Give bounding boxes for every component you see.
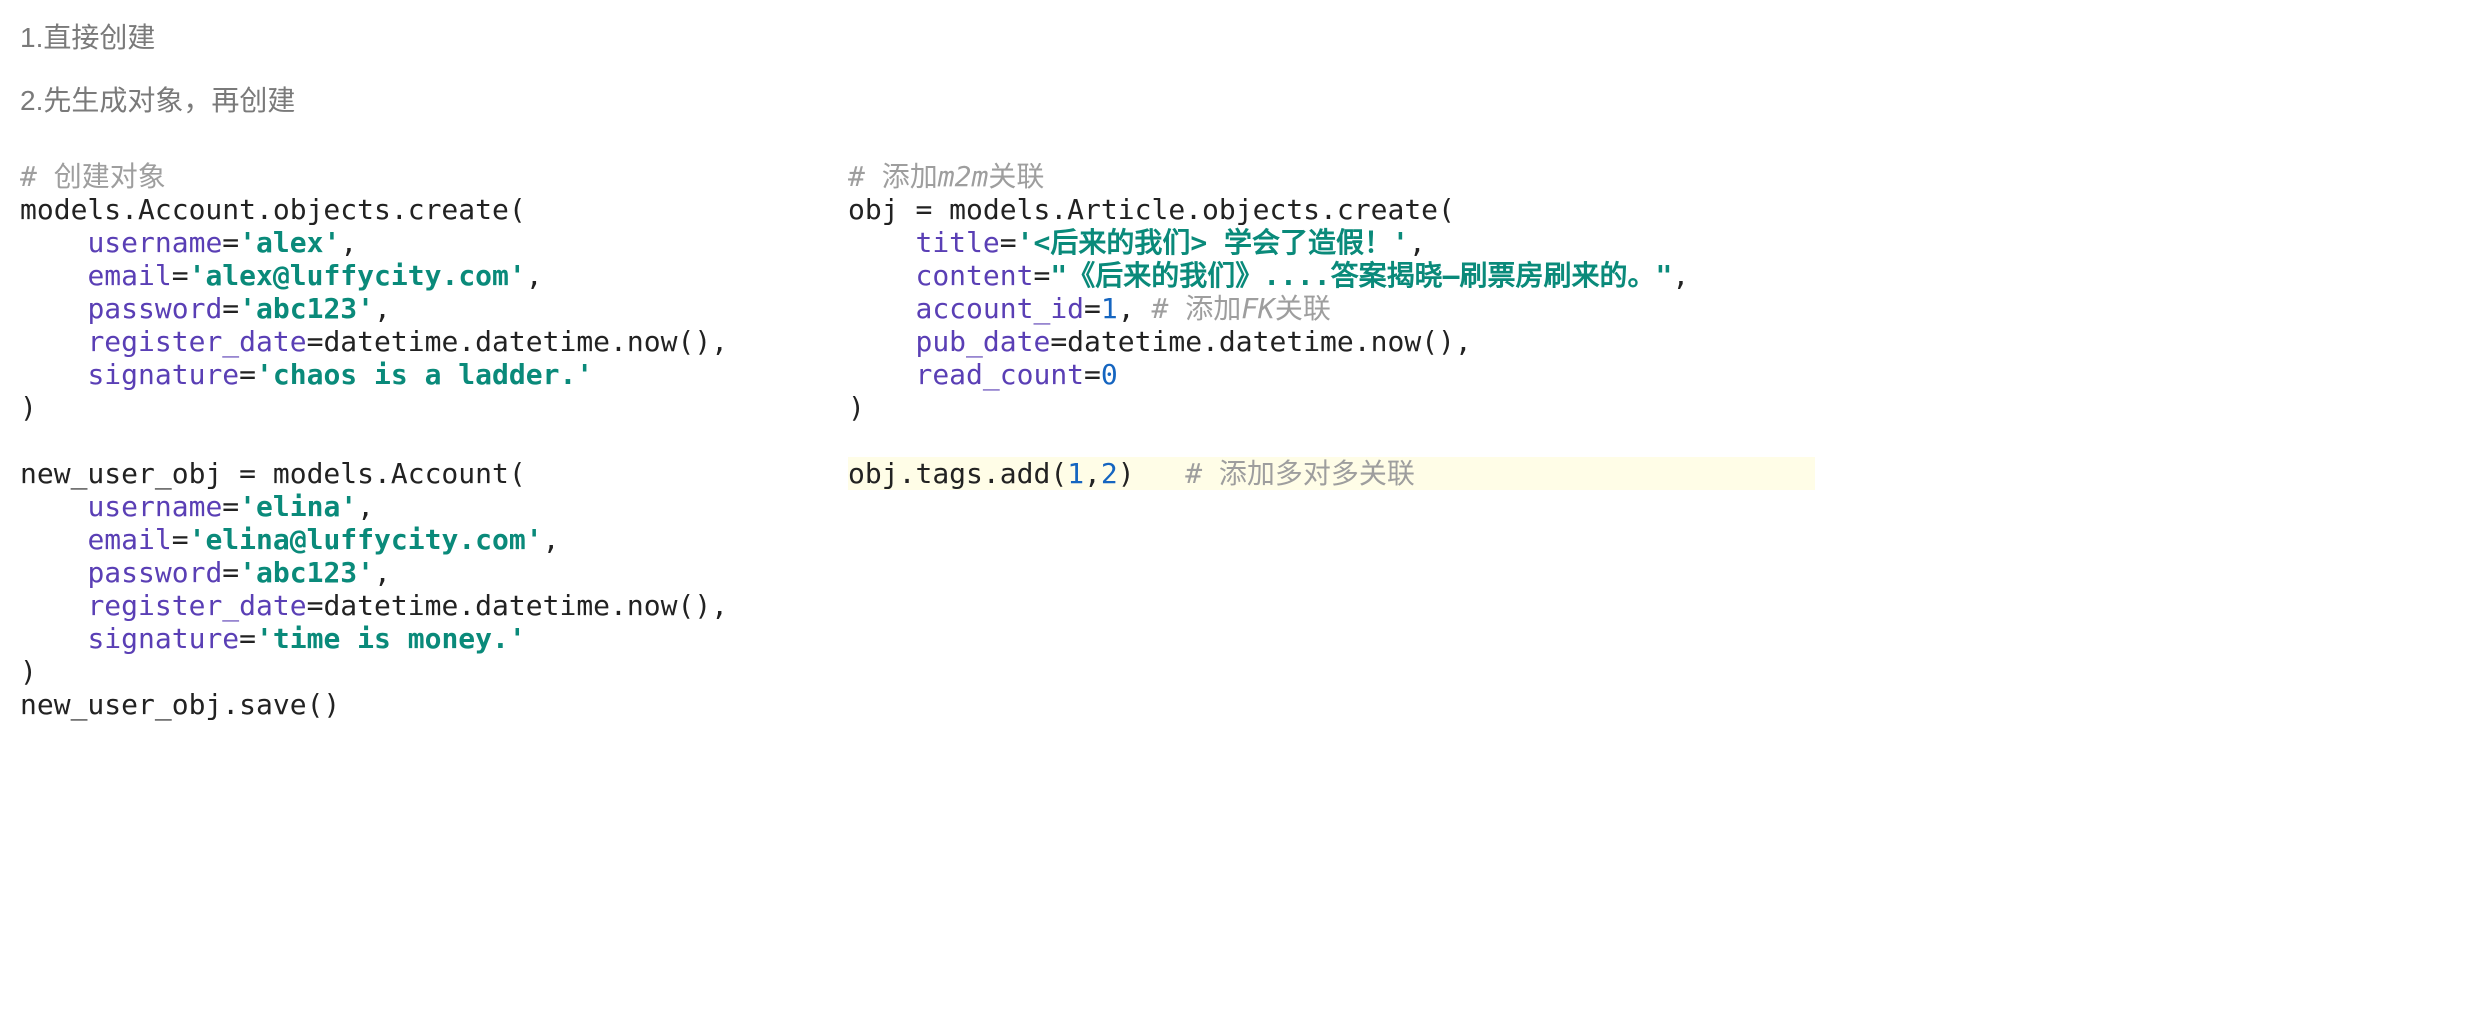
code-text: =datetime.datetime.now(), <box>307 589 728 622</box>
code-right: # 添加m2m关联 obj = models.Article.objects.c… <box>848 160 1815 490</box>
heading-1: 1.直接创建 <box>20 16 2472 61</box>
highlight-line: obj.tags.add(1,2) # 添加多对多关联 <box>848 457 1815 490</box>
num-1: 1 <box>1067 457 1084 490</box>
kw-account-id: account_id <box>915 292 1084 325</box>
code-text: ) <box>1118 457 1185 490</box>
op-eq: = <box>1084 292 1101 325</box>
kw-signature: signature <box>87 622 239 655</box>
code-line: new_user_obj.save() <box>20 688 340 721</box>
str-content: "《后来的我们》....答案揭晓—刷票房刷来的。" <box>1050 259 1672 292</box>
comment-fk: # 添加FK关联 <box>1151 292 1330 325</box>
code-text: =datetime.datetime.now(), <box>307 325 728 358</box>
str-alex-email: 'alex@luffycity.com' <box>189 259 526 292</box>
comma: , <box>1672 259 1689 292</box>
heading-2: 2.先生成对象，再创建 <box>20 79 2472 124</box>
indent <box>848 226 915 259</box>
kw-email: email <box>87 523 171 556</box>
kw-email: email <box>87 259 171 292</box>
kw-username: username <box>87 490 222 523</box>
str-alex: 'alex' <box>239 226 340 259</box>
indent <box>20 358 87 391</box>
op-eq: = <box>222 226 239 259</box>
kw-register-date: register_date <box>87 325 306 358</box>
code-line: ) <box>20 391 37 424</box>
str-chaos: 'chaos is a ladder.' <box>256 358 593 391</box>
op-eq: = <box>222 556 239 589</box>
indent <box>20 259 87 292</box>
str-elina: 'elina' <box>239 490 357 523</box>
headings: 1.直接创建 2.先生成对象，再创建 <box>20 16 2472 124</box>
indent <box>20 325 87 358</box>
kw-content: content <box>915 259 1033 292</box>
indent <box>848 292 915 325</box>
str-pw: 'abc123' <box>239 292 374 325</box>
op-eq: = <box>172 259 189 292</box>
code-text: obj.tags.add( <box>848 457 1067 490</box>
code-line: ) <box>848 391 865 424</box>
comment-m2m: # 添加m2m关联 <box>848 160 1044 193</box>
indent <box>20 523 87 556</box>
kw-register-date: register_date <box>87 589 306 622</box>
comma: , <box>526 259 543 292</box>
indent <box>848 325 915 358</box>
indent <box>20 490 87 523</box>
comma: , <box>1409 226 1426 259</box>
comment-m2m-add: # 添加多对多关联 <box>1185 457 1415 490</box>
kw-password: password <box>87 556 222 589</box>
indent <box>20 622 87 655</box>
indent <box>848 358 915 391</box>
code-line: obj = models.Article.objects.create( <box>848 193 1455 226</box>
kw-read-count: read_count <box>915 358 1084 391</box>
comma: , <box>374 556 391 589</box>
code-line: ) <box>20 655 37 688</box>
indent <box>20 226 87 259</box>
comma: , <box>374 292 391 325</box>
comma: , <box>543 523 560 556</box>
op-eq: = <box>222 490 239 523</box>
code-columns: # 创建对象 models.Account.objects.create( us… <box>20 160 2472 722</box>
op-eq: = <box>239 622 256 655</box>
kw-username: username <box>87 226 222 259</box>
op-eq: = <box>1084 358 1101 391</box>
kw-title: title <box>915 226 999 259</box>
kw-signature: signature <box>87 358 239 391</box>
str-pw2: 'abc123' <box>239 556 374 589</box>
num-2: 2 <box>1101 457 1118 490</box>
op-eq: = <box>1033 259 1050 292</box>
page: 1.直接创建 2.先生成对象，再创建 # 创建对象 models.Account… <box>0 0 2492 761</box>
str-elina-email: 'elina@luffycity.com' <box>189 523 543 556</box>
op-eq: = <box>239 358 256 391</box>
str-title: '<后来的我们> 学会了造假！' <box>1017 226 1409 259</box>
comma: , <box>357 490 374 523</box>
comma: , <box>1118 292 1152 325</box>
str-time-money: 'time is money.' <box>256 622 526 655</box>
kw-pub-date: pub_date <box>915 325 1050 358</box>
indent <box>20 589 87 622</box>
comma: , <box>1084 457 1101 490</box>
indent <box>20 292 87 325</box>
indent <box>848 259 915 292</box>
code-line: new_user_obj = models.Account( <box>20 457 526 490</box>
code-line: models.Account.objects.create( <box>20 193 526 226</box>
num-1: 1 <box>1101 292 1118 325</box>
indent <box>20 556 87 589</box>
op-eq: = <box>1000 226 1017 259</box>
comment-create-object: # 创建对象 <box>20 160 166 193</box>
op-eq: = <box>172 523 189 556</box>
kw-password: password <box>87 292 222 325</box>
comma: , <box>340 226 357 259</box>
code-text: =datetime.datetime.now(), <box>1050 325 1471 358</box>
num-0: 0 <box>1101 358 1118 391</box>
op-eq: = <box>222 292 239 325</box>
code-left: # 创建对象 models.Account.objects.create( us… <box>20 160 728 722</box>
